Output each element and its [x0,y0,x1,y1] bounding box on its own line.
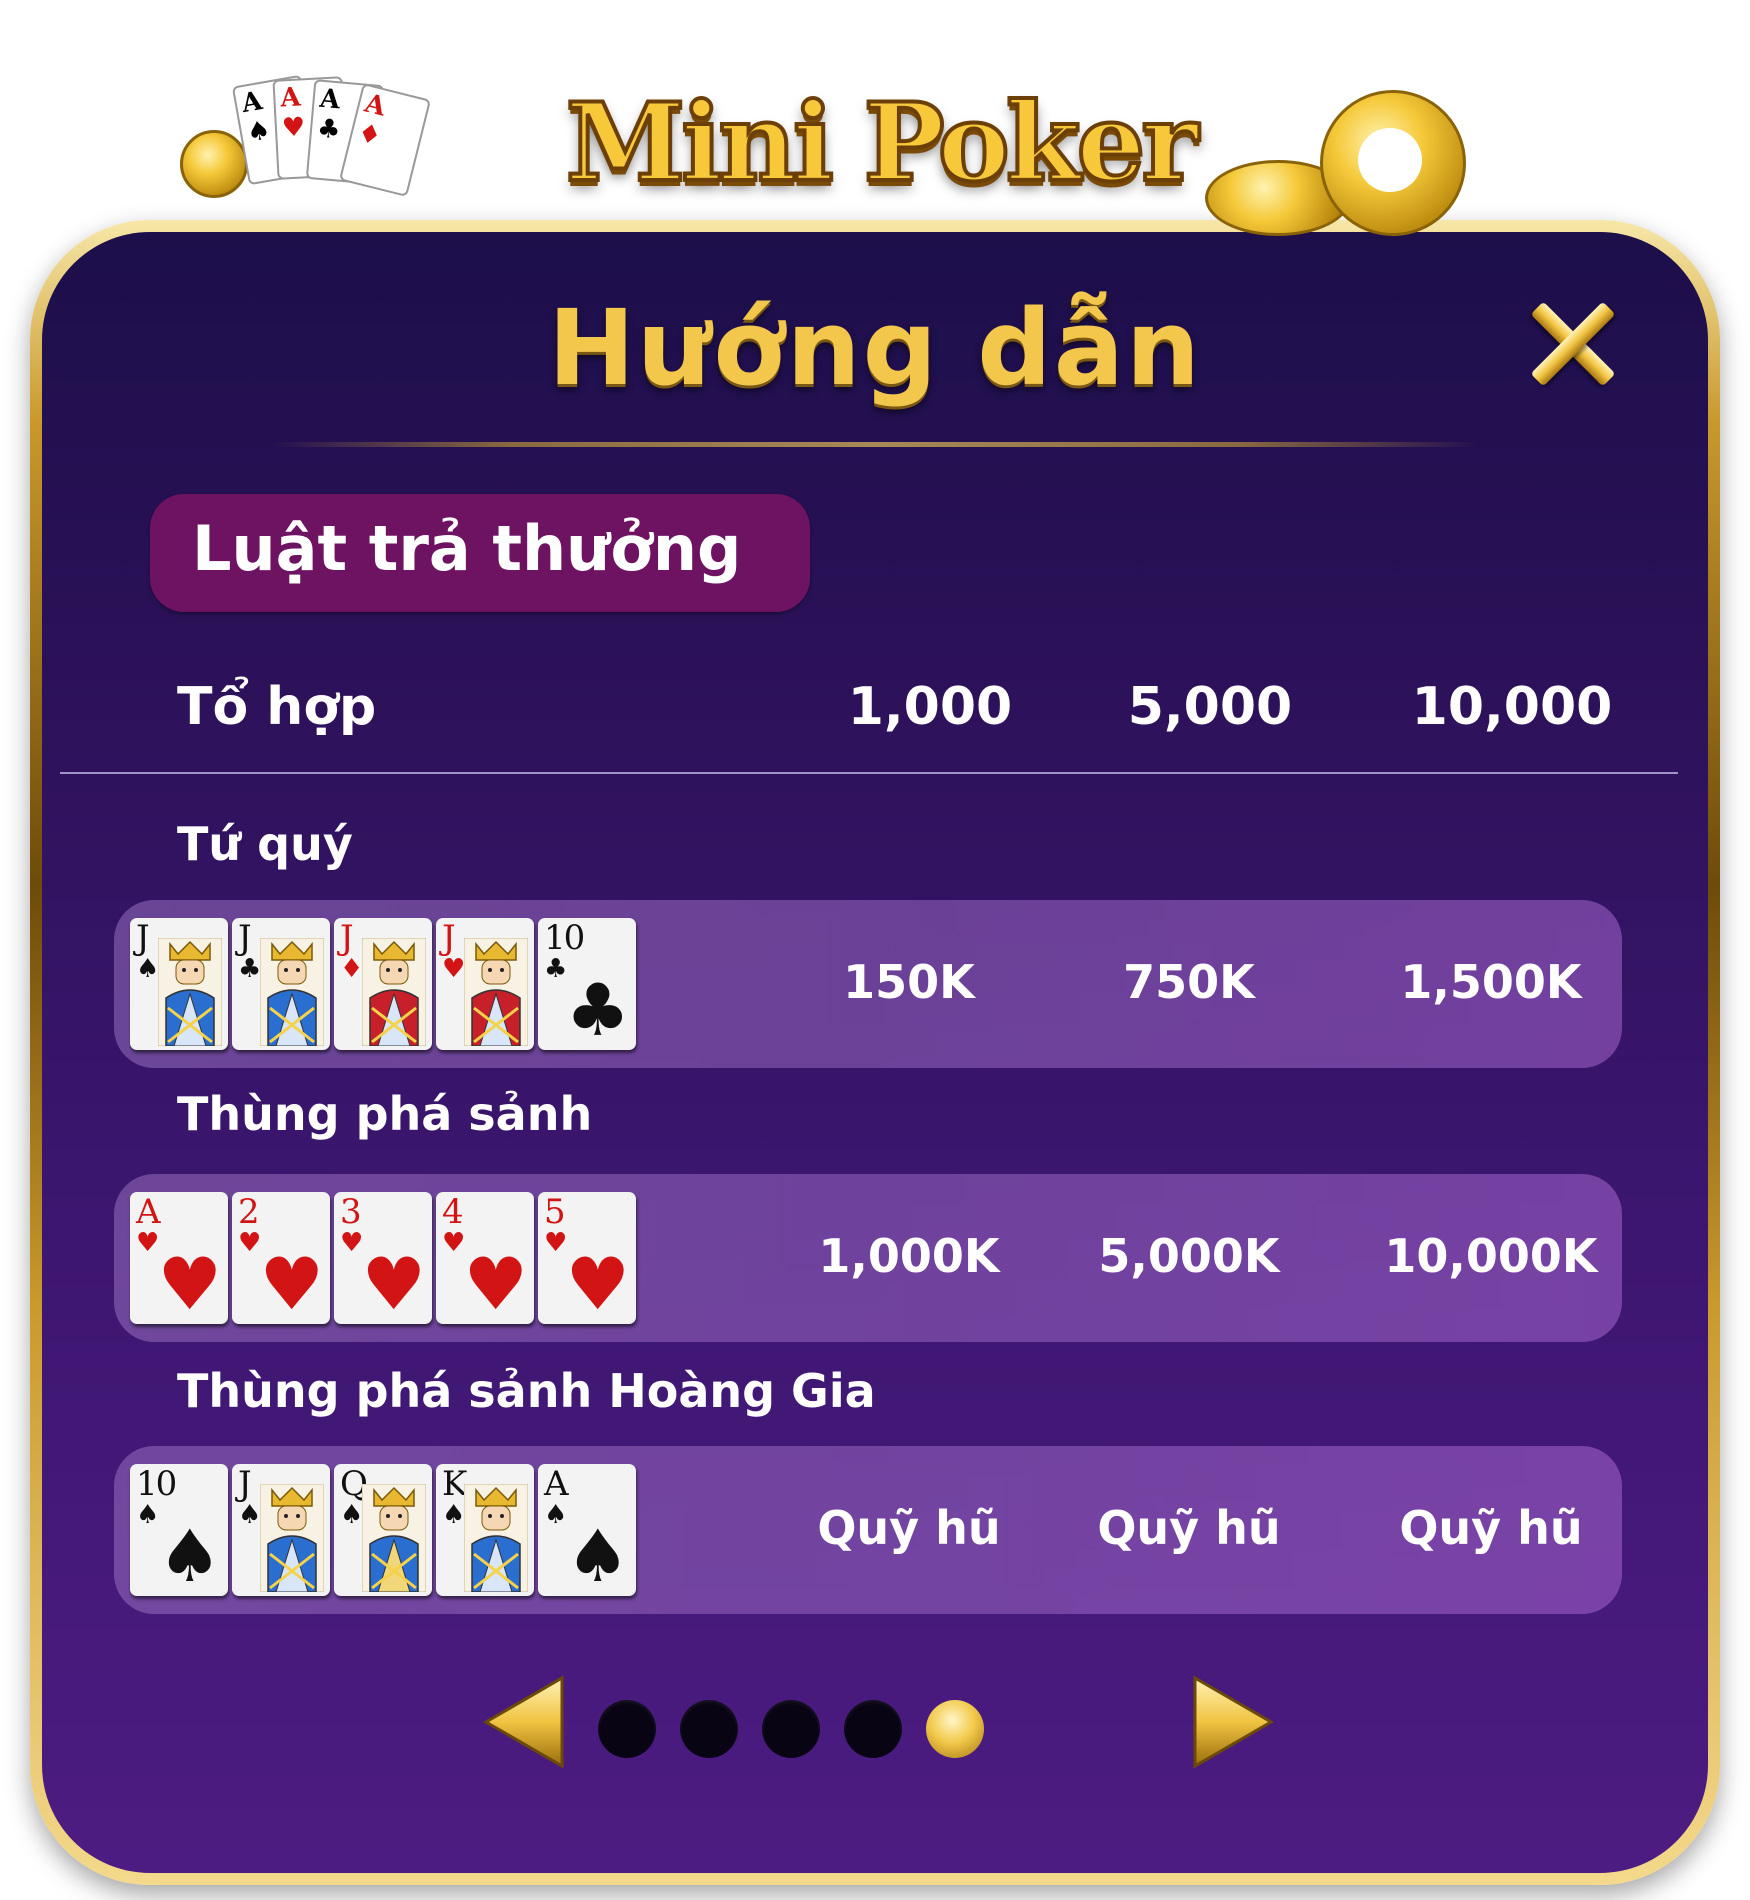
card-suit-icon: ♦ [340,954,364,984]
card-rank: J [238,918,252,958]
card-suit-large-icon: ♥ [565,1242,630,1324]
card-suit-large-icon: ♠ [157,1514,222,1596]
playing-card-4: 4 ♥ ♥ [436,1192,534,1324]
payout-value: 10,000K [1384,1229,1598,1283]
payout-value: Quỹ hũ [1399,1501,1583,1555]
jack-figure-icon [362,938,426,1046]
close-button[interactable] [1518,287,1628,397]
card-suit-large-icon: ♣ [565,968,630,1050]
header-combo: Tổ hợp [177,677,377,737]
card-rank: 10 [544,918,585,958]
card-rank: 5 [544,1192,566,1232]
card-suit-icon: ♠ [136,1500,160,1530]
card-rank: 3 [340,1192,362,1232]
playing-card-j: J ♣ [232,918,330,1050]
page-dot-4[interactable] [844,1700,902,1758]
king-figure-icon [464,1484,528,1592]
section-label-text: Luật trả thưởng [192,512,742,585]
playing-card-j: J ♠ [130,918,228,1050]
card-suit-icon: ♠ [238,1500,262,1530]
card-suit-icon: ♥ [340,1228,364,1258]
payout-value: Quỹ hũ [817,1501,1001,1555]
card-rank: 4 [442,1192,464,1232]
combo-name-four-of-a-kind: Tứ quý [177,817,353,871]
card-suit-icon: ♣ [238,954,262,984]
playing-card-k: K ♠ [436,1464,534,1596]
playing-card-q: Q ♠ [334,1464,432,1596]
card-rank: A [136,1192,161,1232]
hand-row: A ♥ ♥ 2 ♥ ♥ 3 ♥ ♥ 4 ♥ ♥ 5 ♥ ♥ 1,000K 5,000K 10,000… [114,1174,1622,1342]
payout-value: 5,000K [1098,1229,1280,1283]
page-dot-1[interactable] [598,1700,656,1758]
card-suit-icon: ♣ [544,954,568,984]
mini-poker-logo: A ♠ A ♥ A ♣ A ♦ Mini Poker [180,60,1500,240]
playing-card-j: J ♦ [334,918,432,1050]
combo-name-royal-flush: Thùng phá sảnh Hoàng Gia [177,1364,876,1418]
jack-figure-icon [158,938,222,1046]
card-suit-icon: ♥ [238,1228,262,1258]
jack-figure-icon [464,938,528,1046]
card-rank: J [238,1464,252,1504]
next-arrow-button[interactable] [1187,1672,1277,1772]
section-label: Luật trả thưởng [150,494,810,612]
card-suit-large-icon: ♠ [565,1514,630,1596]
logo-text: Mini Poker [564,78,1201,208]
playing-card-j: J ♠ [232,1464,330,1596]
playing-card-10: 10 ♣ ♣ [538,918,636,1050]
jack-figure-icon [260,938,324,1046]
dialog-title: Hướng dẫn [548,287,1202,409]
card-rank: J [442,918,456,958]
card-rank: 2 [238,1192,260,1232]
prev-arrow-button[interactable] [480,1672,570,1772]
page-dot-3[interactable] [762,1700,820,1758]
title-divider [272,442,1478,447]
payout-value: 750K [1123,955,1255,1009]
hand-row: 10 ♠ ♠ J ♠ Q ♠ K ♠ A ♠ ♠ Quỹ hũ Quỹ hũ Quỹ hũ [114,1446,1622,1614]
card-suit-icon: ♥ [442,954,466,984]
header-divider [60,772,1678,774]
playing-card-2: 2 ♥ ♥ [232,1192,330,1324]
card-rank: A [544,1464,569,1504]
gold-chip-icon [1320,90,1466,236]
combo-name-straight-flush: Thùng phá sảnh [177,1087,593,1141]
header-bet-1000: 1,000 [847,677,1013,737]
card-suit-icon: ♠ [544,1500,568,1530]
jack-figure-icon [260,1484,324,1592]
card-rank: J [340,918,354,958]
playing-card-5: 5 ♥ ♥ [538,1192,636,1324]
card-rank: K [442,1464,467,1504]
card-rank: J [136,918,150,958]
arrow-right-icon [1193,1675,1274,1769]
card-suit-icon: ♠ [136,954,160,984]
card-suit-icon: ♥ [544,1228,568,1258]
card-rank: 10 [136,1464,177,1504]
card-suit-icon: ♠ [442,1500,466,1530]
playing-card-3: 3 ♥ ♥ [334,1192,432,1324]
card-suit-icon: ♠ [340,1500,364,1530]
arrow-left-icon [483,1675,564,1769]
header-bet-10000: 10,000 [1411,677,1613,737]
playing-card-a: A ♠ ♠ [538,1464,636,1596]
help-dialog: Hướng dẫn Luật trả thưởng Tổ hợp 1,000 5… [42,232,1708,1873]
playing-card-10: 10 ♠ ♠ [130,1464,228,1596]
payout-value: Quỹ hũ [1097,1501,1281,1555]
payout-value: 150K [843,955,975,1009]
hand-row: J ♠ J ♣ J ♦ J ♥ 10 ♣ ♣ 150K 750K 1,500K [114,900,1622,1068]
card-suit-large-icon: ♥ [259,1242,324,1324]
page-dot-2[interactable] [680,1700,738,1758]
playing-card-j: J ♥ [436,918,534,1050]
playing-card-a: A ♥ ♥ [130,1192,228,1324]
payout-value: 1,000K [818,1229,1000,1283]
card-suit-large-icon: ♥ [463,1242,528,1324]
card-suit-icon: ♥ [442,1228,466,1258]
gold-coin-icon [180,130,248,198]
pager [42,1672,1708,1782]
card-suit-large-icon: ♥ [157,1242,222,1324]
payout-value: 1,500K [1400,955,1582,1009]
header-bet-5000: 5,000 [1127,677,1293,737]
card-suit-icon: ♥ [136,1228,160,1258]
queen-figure-icon [362,1484,426,1592]
page-dot-5[interactable] [926,1700,984,1758]
card-suit-large-icon: ♥ [361,1242,426,1324]
